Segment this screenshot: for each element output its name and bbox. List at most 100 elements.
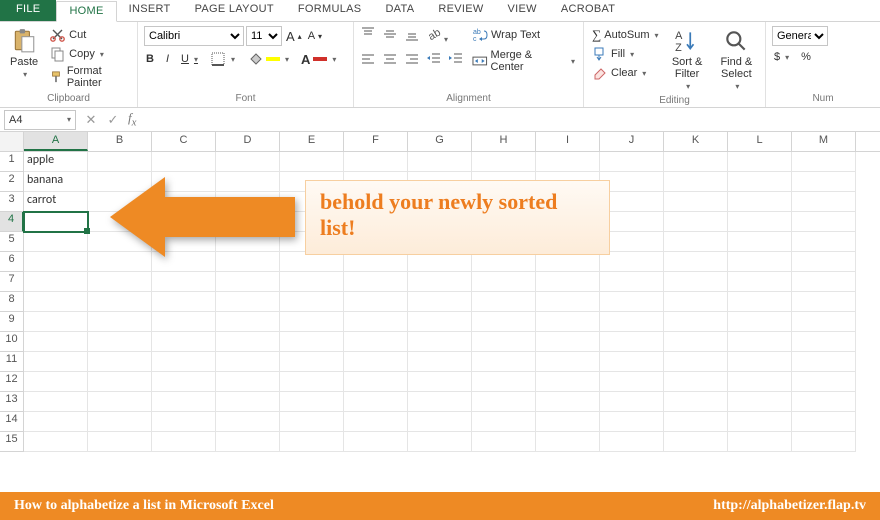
fill-color-button[interactable]: ▾ (245, 50, 291, 68)
cell[interactable] (536, 272, 600, 292)
sort-filter-button[interactable]: AZ Sort & Filter▾ (667, 26, 708, 93)
cell[interactable] (408, 292, 472, 312)
column-header[interactable]: J (600, 132, 664, 151)
cell[interactable] (344, 272, 408, 292)
underline-button[interactable]: U▾ (179, 52, 200, 66)
cell[interactable] (792, 332, 856, 352)
cell[interactable] (728, 412, 792, 432)
italic-button[interactable]: I (164, 52, 171, 66)
cell[interactable] (24, 392, 88, 412)
cell[interactable] (216, 332, 280, 352)
column-header[interactable]: M (792, 132, 856, 151)
cell[interactable] (280, 332, 344, 352)
clear-button[interactable]: Clear▾ (590, 64, 661, 82)
row-header[interactable]: 4 (0, 212, 24, 232)
cell[interactable] (152, 412, 216, 432)
cell[interactable] (216, 312, 280, 332)
cell[interactable] (216, 352, 280, 372)
cell[interactable] (280, 292, 344, 312)
cell[interactable]: banana (24, 172, 88, 192)
column-header[interactable]: B (88, 132, 152, 151)
cell[interactable] (792, 172, 856, 192)
cell[interactable] (664, 292, 728, 312)
cell[interactable] (728, 252, 792, 272)
cell[interactable] (664, 332, 728, 352)
cut-button[interactable]: Cut (48, 26, 131, 44)
cell[interactable] (216, 152, 280, 172)
cell[interactable] (280, 352, 344, 372)
column-header[interactable]: F (344, 132, 408, 151)
cell[interactable] (600, 312, 664, 332)
cell[interactable] (792, 392, 856, 412)
select-all-corner[interactable] (0, 132, 24, 151)
autosum-button[interactable]: ∑AutoSum▾ (590, 26, 661, 44)
cell[interactable] (88, 152, 152, 172)
fill-button[interactable]: Fill▾ (590, 45, 661, 63)
cell[interactable] (408, 372, 472, 392)
cell[interactable] (728, 232, 792, 252)
column-header[interactable]: I (536, 132, 600, 151)
orientation-button[interactable]: ab▾ (426, 26, 448, 45)
cell[interactable] (408, 312, 472, 332)
row-header[interactable]: 10 (0, 332, 24, 352)
cell[interactable] (280, 152, 344, 172)
cell[interactable] (152, 292, 216, 312)
cell[interactable] (536, 352, 600, 372)
cell[interactable] (472, 352, 536, 372)
cell[interactable] (408, 152, 472, 172)
cell[interactable] (472, 292, 536, 312)
currency-button[interactable]: $▾ (772, 50, 791, 64)
cell[interactable] (536, 392, 600, 412)
cell[interactable] (88, 372, 152, 392)
tab-data[interactable]: DATA (373, 0, 426, 21)
merge-center-button[interactable]: Merge & Center▾ (470, 48, 577, 74)
cell[interactable] (728, 292, 792, 312)
cell[interactable] (600, 372, 664, 392)
cell[interactable] (408, 352, 472, 372)
cell[interactable] (88, 312, 152, 332)
copy-button[interactable]: Copy▾ (48, 45, 131, 63)
cell[interactable] (472, 252, 536, 272)
bold-button[interactable]: B (144, 52, 156, 66)
cell[interactable] (344, 312, 408, 332)
cell[interactable] (728, 152, 792, 172)
cell[interactable] (536, 252, 600, 272)
column-header[interactable]: H (472, 132, 536, 151)
align-bottom-button[interactable] (404, 26, 420, 45)
cell[interactable] (344, 352, 408, 372)
row-header[interactable]: 15 (0, 432, 24, 452)
row-header[interactable]: 14 (0, 412, 24, 432)
cell[interactable] (280, 272, 344, 292)
cell[interactable] (792, 352, 856, 372)
cell[interactable] (728, 392, 792, 412)
cell[interactable] (344, 392, 408, 412)
cell[interactable] (664, 172, 728, 192)
cell[interactable] (24, 412, 88, 432)
row-header[interactable]: 12 (0, 372, 24, 392)
wrap-text-button[interactable]: abcWrap Text (470, 26, 577, 44)
row-header[interactable]: 5 (0, 232, 24, 252)
cell[interactable] (408, 252, 472, 272)
cell[interactable] (728, 312, 792, 332)
row-header[interactable]: 11 (0, 352, 24, 372)
cell[interactable] (280, 312, 344, 332)
cell[interactable] (728, 432, 792, 452)
cell[interactable] (152, 352, 216, 372)
column-header[interactable]: K (664, 132, 728, 151)
accept-formula-button[interactable]: ✓ (102, 112, 124, 128)
cell[interactable] (280, 372, 344, 392)
cell[interactable] (472, 332, 536, 352)
cell[interactable] (664, 272, 728, 292)
cell[interactable] (88, 432, 152, 452)
cell[interactable] (792, 372, 856, 392)
cell[interactable] (408, 332, 472, 352)
tab-home[interactable]: HOME (56, 1, 116, 22)
cell[interactable] (408, 392, 472, 412)
font-name-select[interactable]: Calibri (144, 26, 244, 46)
cell[interactable] (600, 152, 664, 172)
paste-button[interactable]: Paste ▾ (6, 26, 42, 81)
cell[interactable] (792, 312, 856, 332)
cell[interactable] (408, 432, 472, 452)
cell[interactable] (600, 292, 664, 312)
percent-button[interactable]: % (799, 50, 813, 64)
